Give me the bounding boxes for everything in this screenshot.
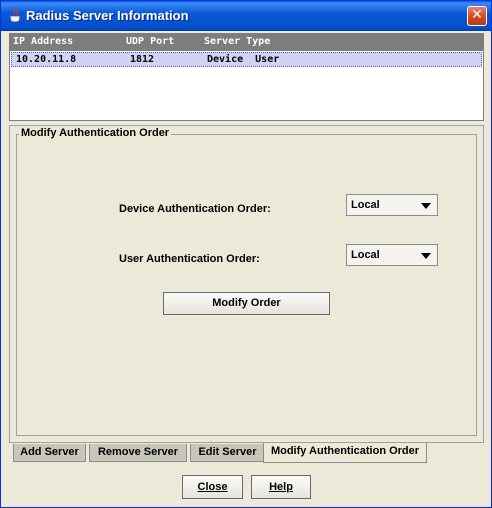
close-button[interactable]: Close <box>182 475 243 499</box>
chevron-down-icon <box>421 253 431 259</box>
table-row[interactable]: 10.20.11.8 1812 Device User <box>11 52 482 67</box>
user-auth-order-select[interactable]: Local <box>346 244 438 266</box>
help-button-label: Help <box>269 481 293 493</box>
tab-strip: Add Server Remove Server Edit Server Mod… <box>9 443 489 464</box>
column-header-ip[interactable]: IP Address <box>13 36 73 47</box>
cell-ip: 10.20.11.8 <box>16 54 77 65</box>
chevron-down-icon <box>421 203 431 209</box>
window-title: Radius Server Information <box>26 8 189 23</box>
modify-auth-order-group: Modify Authentication Order Device Authe… <box>16 127 477 436</box>
tab-content-panel: Modify Authentication Order Device Authe… <box>9 125 484 443</box>
close-button-label: Close <box>197 481 228 493</box>
title-bar[interactable]: Radius Server Information ✕ <box>1 1 491 31</box>
help-button[interactable]: Help <box>251 475 311 499</box>
tab-remove-server[interactable]: Remove Server <box>89 444 187 462</box>
device-auth-order-select[interactable]: Local <box>346 194 438 216</box>
close-window-button[interactable]: ✕ <box>467 6 487 26</box>
tab-edit-server[interactable]: Edit Server <box>190 444 265 462</box>
tab-modify-authentication-order[interactable]: Modify Authentication Order <box>263 443 427 463</box>
radius-server-window: Radius Server Information ✕ IP Address U… <box>0 0 492 508</box>
server-table[interactable]: IP Address UDP Port Server Type 10.20.11… <box>9 33 484 121</box>
cell-port: 1812 <box>130 54 155 65</box>
modify-order-button[interactable]: Modify Order <box>163 292 330 315</box>
column-header-type[interactable]: Server Type <box>204 36 270 47</box>
group-title: Modify Authentication Order <box>19 127 172 139</box>
tab-add-server[interactable]: Add Server <box>13 444 86 462</box>
user-auth-order-label: User Authentication Order: <box>119 253 260 265</box>
device-auth-order-label: Device Authentication Order: <box>119 203 271 215</box>
java-cup-icon <box>9 8 22 23</box>
table-header: IP Address UDP Port Server Type <box>10 34 483 51</box>
device-auth-order-value: Local <box>351 199 380 211</box>
cell-type: Device User <box>207 54 280 65</box>
column-header-port[interactable]: UDP Port <box>126 36 174 47</box>
user-auth-order-value: Local <box>351 249 380 261</box>
